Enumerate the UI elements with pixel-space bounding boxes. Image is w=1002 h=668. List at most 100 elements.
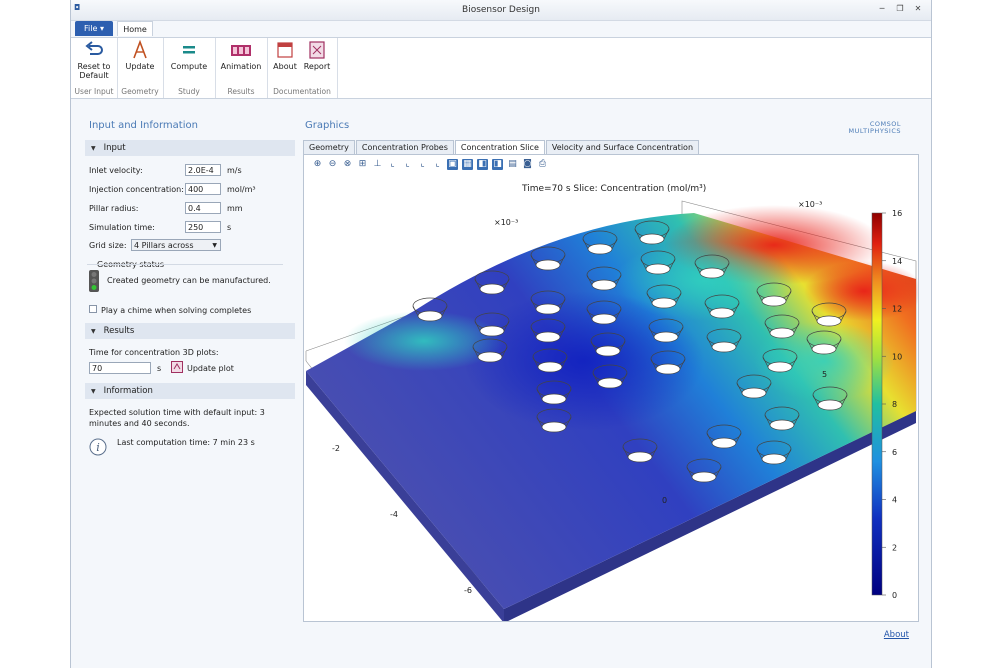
compute-button[interactable]: Compute — [167, 40, 211, 71]
pillar-hole — [535, 303, 561, 315]
simulation-time-label: Simulation time: — [89, 223, 155, 232]
app-window: ◘ Biosensor Design ─ ❐ ✕ File ▾ Home Res… — [70, 0, 932, 668]
section-information[interactable]: ▼ Information — [85, 383, 295, 399]
tab-concentration-probes[interactable]: Concentration Probes — [355, 140, 454, 155]
geometry-status-divider — [87, 264, 283, 265]
pillar-hole — [709, 307, 735, 319]
pillar-hole — [769, 327, 795, 339]
comsol-logo: COMSOL MULTIPHYSICS — [849, 121, 901, 135]
pillar-hole — [479, 283, 505, 295]
section-results[interactable]: ▼ Results — [85, 323, 295, 339]
inlet-velocity-unit: m/s — [227, 166, 242, 175]
injection-concentration-label: Injection concentration: — [89, 185, 184, 194]
svg-text:i: i — [96, 441, 100, 454]
compute-icon — [183, 46, 195, 54]
pillar-radius-unit: mm — [227, 204, 243, 213]
time-plots-unit: s — [157, 364, 162, 373]
axis-tick-label: -2 — [332, 444, 340, 453]
panel-title: Input and Information — [89, 120, 198, 131]
pillar-hole — [816, 315, 842, 327]
expected-time-text: Expected solution time with default inpu… — [89, 408, 265, 428]
pillar-hole — [711, 341, 737, 353]
pillar-hole — [761, 453, 787, 465]
simulation-time-unit: s — [227, 223, 232, 232]
time-plots-label: Time for concentration 3D plots: — [89, 348, 219, 357]
update-button-label: Update — [125, 62, 155, 71]
info-icon: i — [89, 438, 107, 456]
collapse-triangle-icon: ▼ — [91, 328, 96, 335]
animation-button-label: Animation — [220, 62, 262, 71]
inlet-velocity-label: Inlet velocity: — [89, 166, 143, 175]
reset-button[interactable]: Reset to Default — [73, 40, 115, 80]
update-plot-icon[interactable] — [171, 361, 183, 373]
pillar-hole — [711, 437, 737, 449]
animation-button[interactable]: Animation — [217, 40, 265, 71]
file-tab[interactable]: File ▾ — [75, 21, 113, 36]
injection-concentration-input[interactable]: 400 — [185, 183, 221, 195]
section-results-label: Results — [103, 326, 135, 336]
axis-tick-label: -6 — [464, 586, 472, 595]
pillar-hole — [639, 233, 665, 245]
home-tab[interactable]: Home — [117, 21, 153, 36]
injection-concentration-unit: mol/m³ — [227, 185, 256, 194]
plot-title: Time=70 s Slice: Concentration (mol/m³) — [521, 184, 706, 194]
tab-geometry[interactable]: Geometry — [303, 140, 355, 155]
concentration-slice-plot[interactable]: Time=70 s Slice: Concentration (mol/m³) … — [304, 161, 918, 621]
colorbar-tick-label: 16 — [892, 209, 902, 218]
tab-velocity-surface-concentration[interactable]: Velocity and Surface Concentration — [545, 140, 700, 155]
simulation-time-input[interactable]: 250 — [185, 221, 221, 233]
pillar-hole — [741, 387, 767, 399]
section-information-label: Information — [103, 386, 153, 396]
pillar-radius-input[interactable]: 0.4 — [185, 202, 221, 214]
pillar-hole — [767, 361, 793, 373]
minimize-button[interactable]: ─ — [875, 3, 889, 14]
pillar-hole — [761, 295, 787, 307]
pillar-hole — [535, 259, 561, 271]
ribbon: Reset to Default User Input Update Geome… — [71, 37, 931, 99]
time-plots-input[interactable]: 70 — [89, 362, 151, 374]
ribbon-group-results: Animation Results — [215, 38, 268, 98]
axis-tick-label: 0 — [662, 496, 667, 505]
collapse-triangle-icon: ▼ — [91, 145, 96, 152]
group-label-geometry: Geometry — [121, 87, 159, 96]
film-strip-icon — [231, 45, 251, 56]
graphics-canvas-frame: ⊕ ⊖ ⊗ ⊞ ⊥ ⌞ ⌞ ⌞ ⌞ ▣ ▦ ◧ ◨ ▤ ◙ ⎙ Time=70 … — [303, 154, 919, 622]
graphics-tabs: Geometry Concentration Probes Concentrat… — [303, 140, 700, 155]
axis-exponent-left: ×10⁻³ — [494, 218, 518, 227]
dropdown-arrow-icon: ▼ — [212, 242, 217, 249]
ribbon-group-geometry: Update Geometry — [117, 38, 164, 98]
pillar-hole — [541, 393, 567, 405]
update-button[interactable]: Update — [121, 40, 159, 71]
axis-tick-label: 5 — [822, 370, 827, 379]
colorbar-tick-label: 0 — [892, 591, 897, 600]
pillar-hole — [699, 267, 725, 279]
tab-concentration-slice[interactable]: Concentration Slice — [454, 140, 545, 155]
pillar-hole — [479, 325, 505, 337]
maximize-button[interactable]: ❐ — [893, 3, 907, 14]
geometry-update-icon — [133, 40, 147, 59]
pillar-hole — [627, 451, 653, 463]
reset-button-label: Reset to Default — [77, 62, 111, 80]
section-input[interactable]: ▼ Input — [85, 140, 295, 156]
inlet-velocity-input[interactable]: 2.0E-4 — [185, 164, 221, 176]
pillar-hole — [811, 343, 837, 355]
update-plot-button[interactable]: Update plot — [187, 364, 234, 373]
pillar-hole — [817, 399, 843, 411]
group-label-study: Study — [178, 87, 200, 96]
pillar-hole — [541, 421, 567, 433]
low-concentration-region — [464, 291, 704, 431]
grid-size-value: 4 Pillars across — [134, 241, 194, 250]
last-computation-text: Last computation time: 7 min 23 s — [117, 438, 255, 447]
grid-size-select[interactable]: 4 Pillars across ▼ — [131, 239, 221, 251]
graphics-panel: Graphics COMSOL MULTIPHYSICS Geometry Co… — [301, 112, 919, 652]
report-button[interactable]: Report — [301, 40, 333, 71]
about-link[interactable]: About — [884, 630, 909, 640]
chime-label: Play a chime when solving completes — [101, 306, 252, 315]
pillar-hole — [537, 361, 563, 373]
pillar-hole — [477, 351, 503, 363]
window-title: Biosensor Design — [462, 5, 540, 15]
close-button[interactable]: ✕ — [911, 3, 925, 14]
about-button[interactable]: About — [270, 40, 300, 71]
about-button-label: About — [273, 62, 297, 71]
chime-checkbox[interactable] — [89, 305, 97, 313]
